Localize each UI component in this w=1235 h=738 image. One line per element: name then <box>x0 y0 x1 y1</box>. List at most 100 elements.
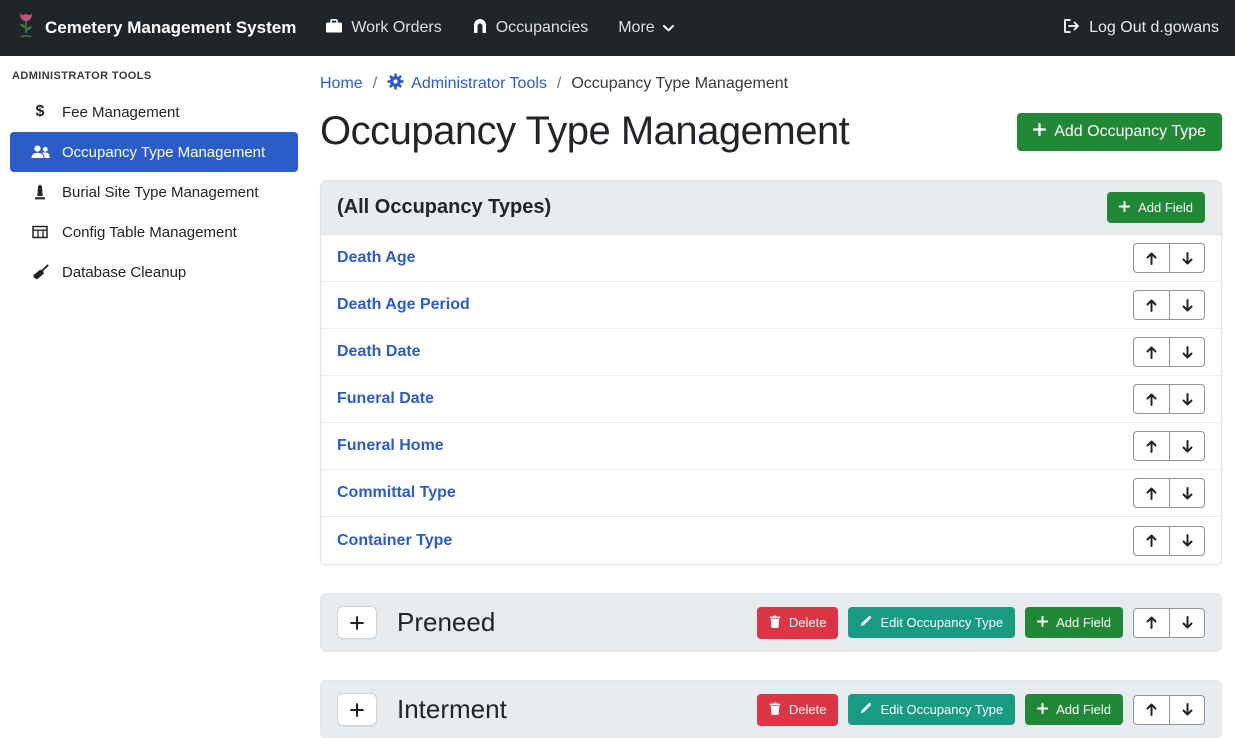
app-brand[interactable]: Cemetery Management System <box>16 12 296 44</box>
field-row: Container Type <box>321 517 1221 564</box>
field-link-death-date[interactable]: Death Date <box>337 343 421 361</box>
field-link-funeral-date[interactable]: Funeral Date <box>337 390 434 408</box>
monument-icon <box>30 184 50 200</box>
field-link-committal-type[interactable]: Committal Type <box>337 484 456 502</box>
sidebar-item-config-table-management[interactable]: Config Table Management <box>10 212 298 252</box>
field-row: Funeral Date <box>321 376 1221 423</box>
edit-occupancy-type-button[interactable]: Edit Occupancy Type <box>848 607 1015 638</box>
move-up-button[interactable] <box>1133 290 1169 320</box>
move-up-button[interactable] <box>1133 695 1169 725</box>
section-actions: Delete Edit Occupancy Type Add Field <box>757 694 1205 726</box>
field-link-funeral-home[interactable]: Funeral Home <box>337 437 444 455</box>
breadcrumb-home[interactable]: Home <box>320 75 363 93</box>
field-link-container-type[interactable]: Container Type <box>337 532 452 550</box>
field-row: Death Age <box>321 235 1221 282</box>
plus-icon <box>1037 702 1048 717</box>
flower-logo-icon <box>16 12 36 44</box>
move-up-button[interactable] <box>1133 431 1169 461</box>
nav-work-orders[interactable]: Work Orders <box>310 10 456 47</box>
reorder-group <box>1133 337 1205 367</box>
navbar-links: Work Orders Occupancies More <box>310 10 688 47</box>
breadcrumb-separator: / <box>557 75 561 93</box>
field-row: Death Date <box>321 329 1221 376</box>
move-down-button[interactable] <box>1169 384 1205 414</box>
breadcrumb-separator: / <box>373 75 377 93</box>
reorder-group <box>1133 526 1205 556</box>
pencil-icon <box>860 615 872 630</box>
page-title: Occupancy Type Management <box>320 109 849 154</box>
section-title: Preneed <box>397 607 495 638</box>
move-down-button[interactable] <box>1169 695 1205 725</box>
card-header: (All Occupancy Types) Add Field <box>321 181 1221 235</box>
sidebar: ADMINISTRATOR TOOLS $ Fee Management Occ… <box>0 56 308 738</box>
move-down-button[interactable] <box>1169 431 1205 461</box>
delete-occupancy-type-button[interactable]: Delete <box>757 607 839 639</box>
breadcrumb-current: Occupancy Type Management <box>571 75 788 93</box>
add-field-button[interactable]: Add Field <box>1107 192 1205 223</box>
breadcrumb-admin-tools[interactable]: Administrator Tools <box>387 73 547 95</box>
expand-section-button[interactable] <box>337 693 377 726</box>
expand-section-button[interactable] <box>337 606 377 639</box>
users-icon <box>30 145 50 159</box>
app-title: Cemetery Management System <box>45 18 296 38</box>
reorder-group <box>1133 290 1205 320</box>
logout-icon <box>1062 18 1080 39</box>
toolbox-icon <box>325 18 343 39</box>
delete-occupancy-type-button[interactable]: Delete <box>757 694 839 726</box>
field-link-death-age-period[interactable]: Death Age Period <box>337 296 470 314</box>
page-header: Occupancy Type Management Add Occupancy … <box>320 109 1222 154</box>
field-row: Committal Type <box>321 470 1221 517</box>
add-field-button[interactable]: Add Field <box>1025 607 1123 638</box>
card-title: (All Occupancy Types) <box>337 196 551 219</box>
section-actions: Delete Edit Occupancy Type Add Field <box>757 607 1205 639</box>
sidebar-item-burial-site-type-management[interactable]: Burial Site Type Management <box>10 172 298 212</box>
move-down-button[interactable] <box>1169 526 1205 556</box>
dollar-icon: $ <box>30 103 50 121</box>
reorder-group <box>1133 608 1205 638</box>
trash-icon <box>769 702 781 718</box>
move-down-button[interactable] <box>1169 478 1205 508</box>
move-down-button[interactable] <box>1169 337 1205 367</box>
chevron-down-icon <box>663 19 674 37</box>
move-down-button[interactable] <box>1169 608 1205 638</box>
all-occupancy-types-card: (All Occupancy Types) Add Field Death Ag… <box>320 180 1222 565</box>
table-icon <box>30 224 50 240</box>
nav-occupancies[interactable]: Occupancies <box>457 10 604 47</box>
move-down-button[interactable] <box>1169 290 1205 320</box>
broom-icon <box>30 264 50 280</box>
gear-icon <box>387 73 404 95</box>
field-link-death-age[interactable]: Death Age <box>337 249 416 267</box>
plus-icon <box>1119 200 1130 215</box>
add-field-button[interactable]: Add Field <box>1025 694 1123 725</box>
nav-more[interactable]: More <box>603 11 688 45</box>
move-up-button[interactable] <box>1133 478 1169 508</box>
pencil-icon <box>860 702 872 717</box>
archway-icon <box>472 18 488 39</box>
reorder-group <box>1133 384 1205 414</box>
reorder-group <box>1133 243 1205 273</box>
add-occupancy-type-button[interactable]: Add Occupancy Type <box>1017 113 1222 151</box>
main-content: Home / Administrator Tools / Occupancy T… <box>308 56 1235 738</box>
logout-link[interactable]: Log Out d.gowans <box>1062 18 1219 39</box>
sidebar-item-occupancy-type-management[interactable]: Occupancy Type Management <box>10 132 298 172</box>
move-up-button[interactable] <box>1133 337 1169 367</box>
plus-icon <box>1033 123 1046 141</box>
sidebar-section-header: ADMINISTRATOR TOOLS <box>0 62 308 92</box>
move-up-button[interactable] <box>1133 384 1169 414</box>
occupancy-type-section-preneed: Preneed Delete Edit Occupa <box>320 593 1222 652</box>
breadcrumb: Home / Administrator Tools / Occupancy T… <box>320 73 1222 95</box>
move-up-button[interactable] <box>1133 526 1169 556</box>
reorder-group <box>1133 478 1205 508</box>
trash-icon <box>769 615 781 631</box>
move-up-button[interactable] <box>1133 243 1169 273</box>
move-up-button[interactable] <box>1133 608 1169 638</box>
field-row: Funeral Home <box>321 423 1221 470</box>
edit-occupancy-type-button[interactable]: Edit Occupancy Type <box>848 694 1015 725</box>
plus-icon <box>1037 615 1048 630</box>
move-down-button[interactable] <box>1169 243 1205 273</box>
reorder-group <box>1133 695 1205 725</box>
sidebar-item-database-cleanup[interactable]: Database Cleanup <box>10 252 298 292</box>
sidebar-item-fee-management[interactable]: $ Fee Management <box>10 92 298 132</box>
field-row: Death Age Period <box>321 282 1221 329</box>
section-title: Interment <box>397 694 507 725</box>
